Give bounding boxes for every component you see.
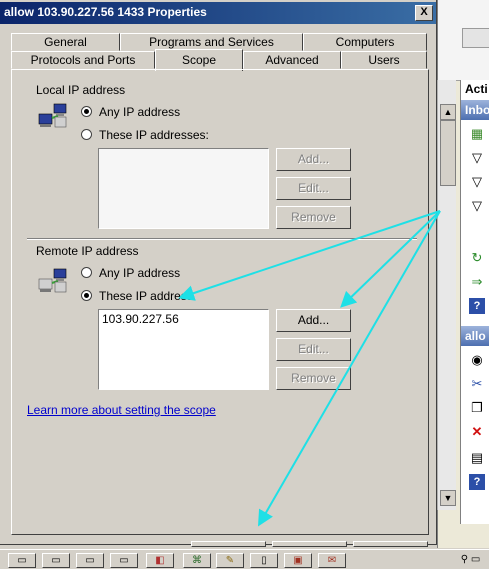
delete-icon[interactable]: ✕ bbox=[469, 424, 485, 440]
remote-these-ip-radio[interactable] bbox=[81, 290, 92, 301]
tab-computers[interactable]: Computers bbox=[303, 33, 427, 51]
export-icon[interactable]: ⇒ bbox=[469, 274, 485, 290]
properties-dialog: allow 103.90.227.56 1433 Properties X Ge… bbox=[0, 0, 437, 547]
taskbar-app-icon[interactable]: ▯ bbox=[250, 553, 278, 568]
scroll-thumb[interactable] bbox=[440, 120, 456, 186]
network-computers-icon bbox=[38, 103, 67, 128]
remote-ip-list[interactable]: 103.90.227.56 bbox=[98, 309, 269, 390]
filter-icon[interactable]: ▽ bbox=[469, 198, 485, 214]
tab-protocols-and-ports[interactable]: Protocols and Ports bbox=[11, 51, 155, 69]
new-rule-icon[interactable]: ▦ bbox=[469, 126, 485, 142]
taskbar-app-icon[interactable]: ◧ bbox=[146, 553, 174, 568]
taskbar-app-icon[interactable]: ✎ bbox=[216, 553, 244, 568]
background-scrollbar[interactable]: ▲ ▼ bbox=[437, 80, 456, 510]
tab-general[interactable]: General bbox=[11, 33, 120, 51]
ok-button[interactable] bbox=[191, 541, 266, 547]
taskbar-app-icon[interactable]: ▣ bbox=[284, 553, 312, 568]
taskbar-window-icon[interactable]: ▭ bbox=[8, 553, 36, 568]
filter-icon[interactable]: ▽ bbox=[469, 174, 485, 190]
refresh-icon[interactable]: ↻ bbox=[469, 250, 485, 266]
taskbar-app-icon[interactable]: ⌘ bbox=[183, 553, 211, 568]
inbound-rules-band: Inbo bbox=[461, 100, 489, 120]
local-ip-label: Local IP address bbox=[36, 83, 126, 97]
taskbar-window-icon[interactable]: ▭ bbox=[110, 553, 138, 568]
background-toolbar bbox=[438, 0, 489, 81]
taskbar-window-icon[interactable]: ▭ bbox=[76, 553, 104, 568]
scroll-down-icon[interactable]: ▼ bbox=[440, 490, 456, 506]
remote-these-ip-label[interactable]: These IP address bbox=[99, 289, 193, 303]
tab-users[interactable]: Users bbox=[341, 51, 427, 69]
ip-list-item[interactable]: 103.90.227.56 bbox=[102, 312, 179, 326]
background-tab bbox=[462, 28, 489, 48]
local-add-button[interactable]: Add... bbox=[276, 148, 351, 171]
dialog-title: allow 103.90.227.56 1433 Properties bbox=[4, 5, 207, 19]
cancel-button[interactable] bbox=[272, 541, 347, 547]
section-divider bbox=[27, 238, 417, 240]
taskbar: ▭ ▭ ▭ ▭ ◧ ⌘ ✎ ▯ ▣ ✉ ⚲ ▭ bbox=[0, 549, 489, 569]
help-icon[interactable]: ? bbox=[469, 474, 485, 490]
rule-band: allo bbox=[461, 326, 489, 346]
learn-more-scope-link[interactable]: Learn more about setting the scope bbox=[27, 403, 216, 417]
local-edit-button[interactable]: Edit... bbox=[276, 177, 351, 200]
local-ip-list[interactable] bbox=[98, 148, 269, 229]
cut-icon[interactable]: ✂ bbox=[469, 376, 485, 392]
remote-add-button[interactable]: Add... bbox=[276, 309, 351, 332]
local-any-ip-radio[interactable] bbox=[81, 106, 92, 117]
remote-edit-button[interactable]: Edit... bbox=[276, 338, 351, 361]
disable-icon[interactable]: ◉ bbox=[469, 352, 485, 368]
actions-header: Acti bbox=[461, 80, 489, 98]
system-tray[interactable]: ⚲ ▭ bbox=[452, 553, 489, 568]
local-any-ip-label[interactable]: Any IP address bbox=[99, 105, 180, 119]
apply-button[interactable] bbox=[353, 541, 428, 547]
properties-icon[interactable]: ▤ bbox=[469, 450, 485, 466]
local-these-ip-radio[interactable] bbox=[81, 129, 92, 140]
network-computers-icon bbox=[38, 268, 67, 293]
local-remove-button[interactable]: Remove bbox=[276, 206, 351, 229]
remote-remove-button[interactable]: Remove bbox=[276, 367, 351, 390]
tab-scope[interactable]: Scope bbox=[155, 49, 243, 71]
filter-icon[interactable]: ▽ bbox=[469, 150, 485, 166]
taskbar-app-icon[interactable]: ✉ bbox=[318, 553, 346, 568]
remote-any-ip-label[interactable]: Any IP address bbox=[99, 266, 180, 280]
help-icon[interactable]: ? bbox=[469, 298, 485, 314]
title-bar[interactable]: allow 103.90.227.56 1433 Properties X bbox=[0, 2, 436, 24]
taskbar-window-icon[interactable]: ▭ bbox=[42, 553, 70, 568]
remote-any-ip-radio[interactable] bbox=[81, 267, 92, 278]
scroll-up-icon[interactable]: ▲ bbox=[440, 104, 456, 120]
scope-tab-panel bbox=[11, 69, 429, 535]
local-these-ip-label[interactable]: These IP addresses: bbox=[99, 128, 209, 142]
tab-advanced[interactable]: Advanced bbox=[243, 51, 341, 69]
actions-pane: Acti Inbo ▦ ▽ ▽ ▽ ↻ ⇒ ? allo ◉ ✂ ❐ ✕ ▤ ? bbox=[460, 80, 489, 524]
remote-ip-label: Remote IP address bbox=[36, 244, 139, 258]
close-button[interactable]: X bbox=[415, 5, 433, 21]
copy-icon[interactable]: ❐ bbox=[469, 400, 485, 416]
